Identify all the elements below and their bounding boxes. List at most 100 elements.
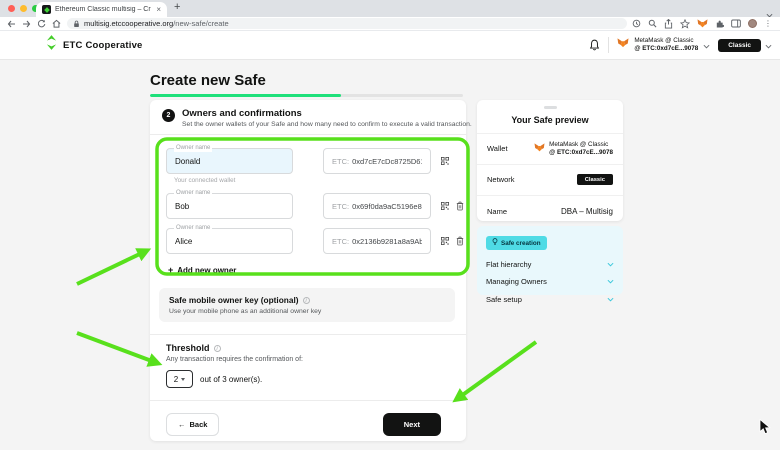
next-button[interactable]: Next <box>383 413 441 436</box>
tips-badge: Safe creation <box>486 236 547 250</box>
wallet-chevron-icon <box>703 36 710 54</box>
owner-name-field[interactable]: Owner name <box>166 193 293 219</box>
reading-list-icon[interactable] <box>632 19 641 28</box>
browser-tab[interactable]: Ethereum Classic multisig – Cr × <box>36 2 167 17</box>
tip-accordion-managing-owners[interactable]: Managing Owners <box>486 277 614 286</box>
plus-icon: + <box>168 265 173 275</box>
drag-handle[interactable] <box>544 106 557 109</box>
lock-icon <box>73 15 80 33</box>
forward-nav-icon[interactable] <box>22 20 31 28</box>
address-prefix: ETC: <box>332 237 349 246</box>
progress-fill <box>150 94 341 97</box>
traffic-lights <box>8 5 39 12</box>
side-panel-icon[interactable] <box>731 19 741 28</box>
owner-address-field[interactable]: Owner address * ETC: 0x69f0da9aC5196e881… <box>323 193 431 219</box>
threshold-select[interactable]: 2 <box>166 370 193 388</box>
owner-name-input[interactable] <box>175 157 284 166</box>
header-divider <box>608 37 609 53</box>
tip-accordion-safe-setup[interactable]: Safe setup <box>486 295 614 304</box>
home-icon[interactable] <box>52 19 61 28</box>
browser-window: Ethereum Classic multisig – Cr × + <box>0 0 780 450</box>
wallet-address: @ ETC:0xd7cE...9078 <box>634 45 698 53</box>
preview-name-row: Name DBA – Multisig <box>477 196 623 227</box>
chevron-down-icon <box>607 260 614 269</box>
extensions-puzzle-icon[interactable] <box>715 19 724 28</box>
add-owner-label: Add new owner <box>177 266 236 275</box>
tip-accordion-flat-hierarchy[interactable]: Flat hierarchy <box>486 260 614 269</box>
select-caret-icon <box>181 378 185 381</box>
owner-name-input[interactable] <box>175 237 284 246</box>
tab-close-icon[interactable]: × <box>156 6 161 14</box>
info-icon[interactable]: i <box>303 297 310 304</box>
tab-strip: Ethereum Classic multisig – Cr × + <box>0 0 780 17</box>
back-button[interactable]: ← Back <box>166 413 219 436</box>
brand-home-link[interactable]: ETC Cooperative <box>46 35 143 55</box>
page-title: Create new Safe <box>150 72 266 89</box>
close-window-button[interactable] <box>8 5 15 12</box>
delete-owner-trash-icon[interactable] <box>456 236 464 246</box>
safe-preview-card: Your Safe preview Wallet MetaMask @ Clas… <box>477 100 623 221</box>
create-safe-card: 2 Owners and confirmations Set the owner… <box>150 100 466 441</box>
owner-address-label: Owner address * <box>331 193 380 197</box>
back-nav-icon[interactable] <box>7 20 16 28</box>
wallet-label: Wallet <box>487 144 508 153</box>
owner-address-field[interactable]: Owner address * ETC: 0xd7cE7cDc8725D6134… <box>323 148 431 174</box>
network-label: Network <box>487 175 515 184</box>
minimize-window-button[interactable] <box>20 5 27 12</box>
owners-section: Owner name Owner address * ETC: 0xd7cE7c… <box>150 135 466 275</box>
tips-badge-label: Safe creation <box>501 240 541 247</box>
mobile-key-subtitle: Use your mobile phone as an additional o… <box>169 308 445 315</box>
delete-owner-trash-icon[interactable] <box>456 201 464 211</box>
network-pill: Classic <box>718 39 761 52</box>
tip-label: Safe setup <box>486 295 522 304</box>
connected-wallet-helper: Your connected wallet <box>174 177 466 184</box>
chevron-down-icon <box>607 277 614 286</box>
threshold-section: Threshold i Any transaction requires the… <box>150 335 466 388</box>
owner-name-label: Owner name <box>174 145 212 152</box>
step-number-badge: 2 <box>162 109 175 122</box>
owner-address-field[interactable]: Owner address * ETC: 0x2136b9281a8a9Ab21… <box>323 228 431 254</box>
form-footer: ← Back Next <box>150 401 466 436</box>
address-bar[interactable]: multisig.etccooperative.org/new-safe/cre… <box>67 18 627 29</box>
new-tab-button[interactable]: + <box>174 1 180 13</box>
safe-creation-tips-card: Safe creation Flat hierarchy Managing Ow… <box>477 226 623 295</box>
notifications-bell-icon[interactable] <box>589 39 600 51</box>
tab-title: Ethereum Classic multisig – Cr <box>55 6 152 13</box>
metamask-fox-icon <box>617 36 629 54</box>
tip-label: Managing Owners <box>486 277 547 286</box>
owner-address-value: 0x69f0da9aC5196e8817af39... <box>352 202 422 211</box>
connected-wallet-chip[interactable]: MetaMask @ Classic @ ETC:0xd7cE...9078 <box>617 36 710 54</box>
scan-qr-icon[interactable] <box>441 157 449 165</box>
preview-title: Your Safe preview <box>477 115 623 134</box>
add-new-owner-button[interactable]: + Add new owner <box>168 265 466 275</box>
preview-wallet-address: @ ETC:0xd7cE...9078 <box>549 149 613 157</box>
metamask-extension-icon[interactable] <box>697 19 708 29</box>
threshold-value: 2 <box>174 375 178 384</box>
owner-name-input[interactable] <box>175 202 284 211</box>
progress-bar <box>150 94 463 97</box>
owner-name-field[interactable]: Owner name <box>166 228 293 254</box>
step-subtitle: Set the owner wallets of your Safe and h… <box>182 121 472 128</box>
reload-icon[interactable] <box>37 19 46 28</box>
preview-wallet-name: MetaMask @ Classic <box>549 141 613 149</box>
threshold-suffix: out of 3 owner(s). <box>200 375 262 384</box>
scan-qr-icon[interactable] <box>441 237 449 245</box>
info-icon[interactable]: i <box>214 345 221 352</box>
profile-avatar[interactable] <box>748 19 757 28</box>
owner-name-label: Owner name <box>174 190 212 197</box>
address-prefix: ETC: <box>332 157 349 166</box>
url-path: /new-safe/create <box>173 19 228 28</box>
scan-qr-icon[interactable] <box>441 202 449 210</box>
main-content: Create new Safe 2 Owners and confirmatio… <box>0 60 780 450</box>
network-selector[interactable]: Classic <box>718 36 772 54</box>
browser-menu-icon[interactable]: ⋮ <box>764 19 772 28</box>
name-label: Name <box>487 207 507 216</box>
share-icon[interactable] <box>664 19 673 29</box>
bookmark-star-icon[interactable] <box>680 19 690 29</box>
safe-name-value: DBA – Multisig <box>561 207 613 216</box>
threshold-subtitle: Any transaction requires the confirmatio… <box>166 356 450 363</box>
search-icon[interactable] <box>648 19 657 28</box>
owner-name-label: Owner name <box>174 225 212 232</box>
owner-row: Owner name Owner address * ETC: 0x69f0da… <box>166 193 466 219</box>
owner-name-field[interactable]: Owner name <box>166 148 293 174</box>
